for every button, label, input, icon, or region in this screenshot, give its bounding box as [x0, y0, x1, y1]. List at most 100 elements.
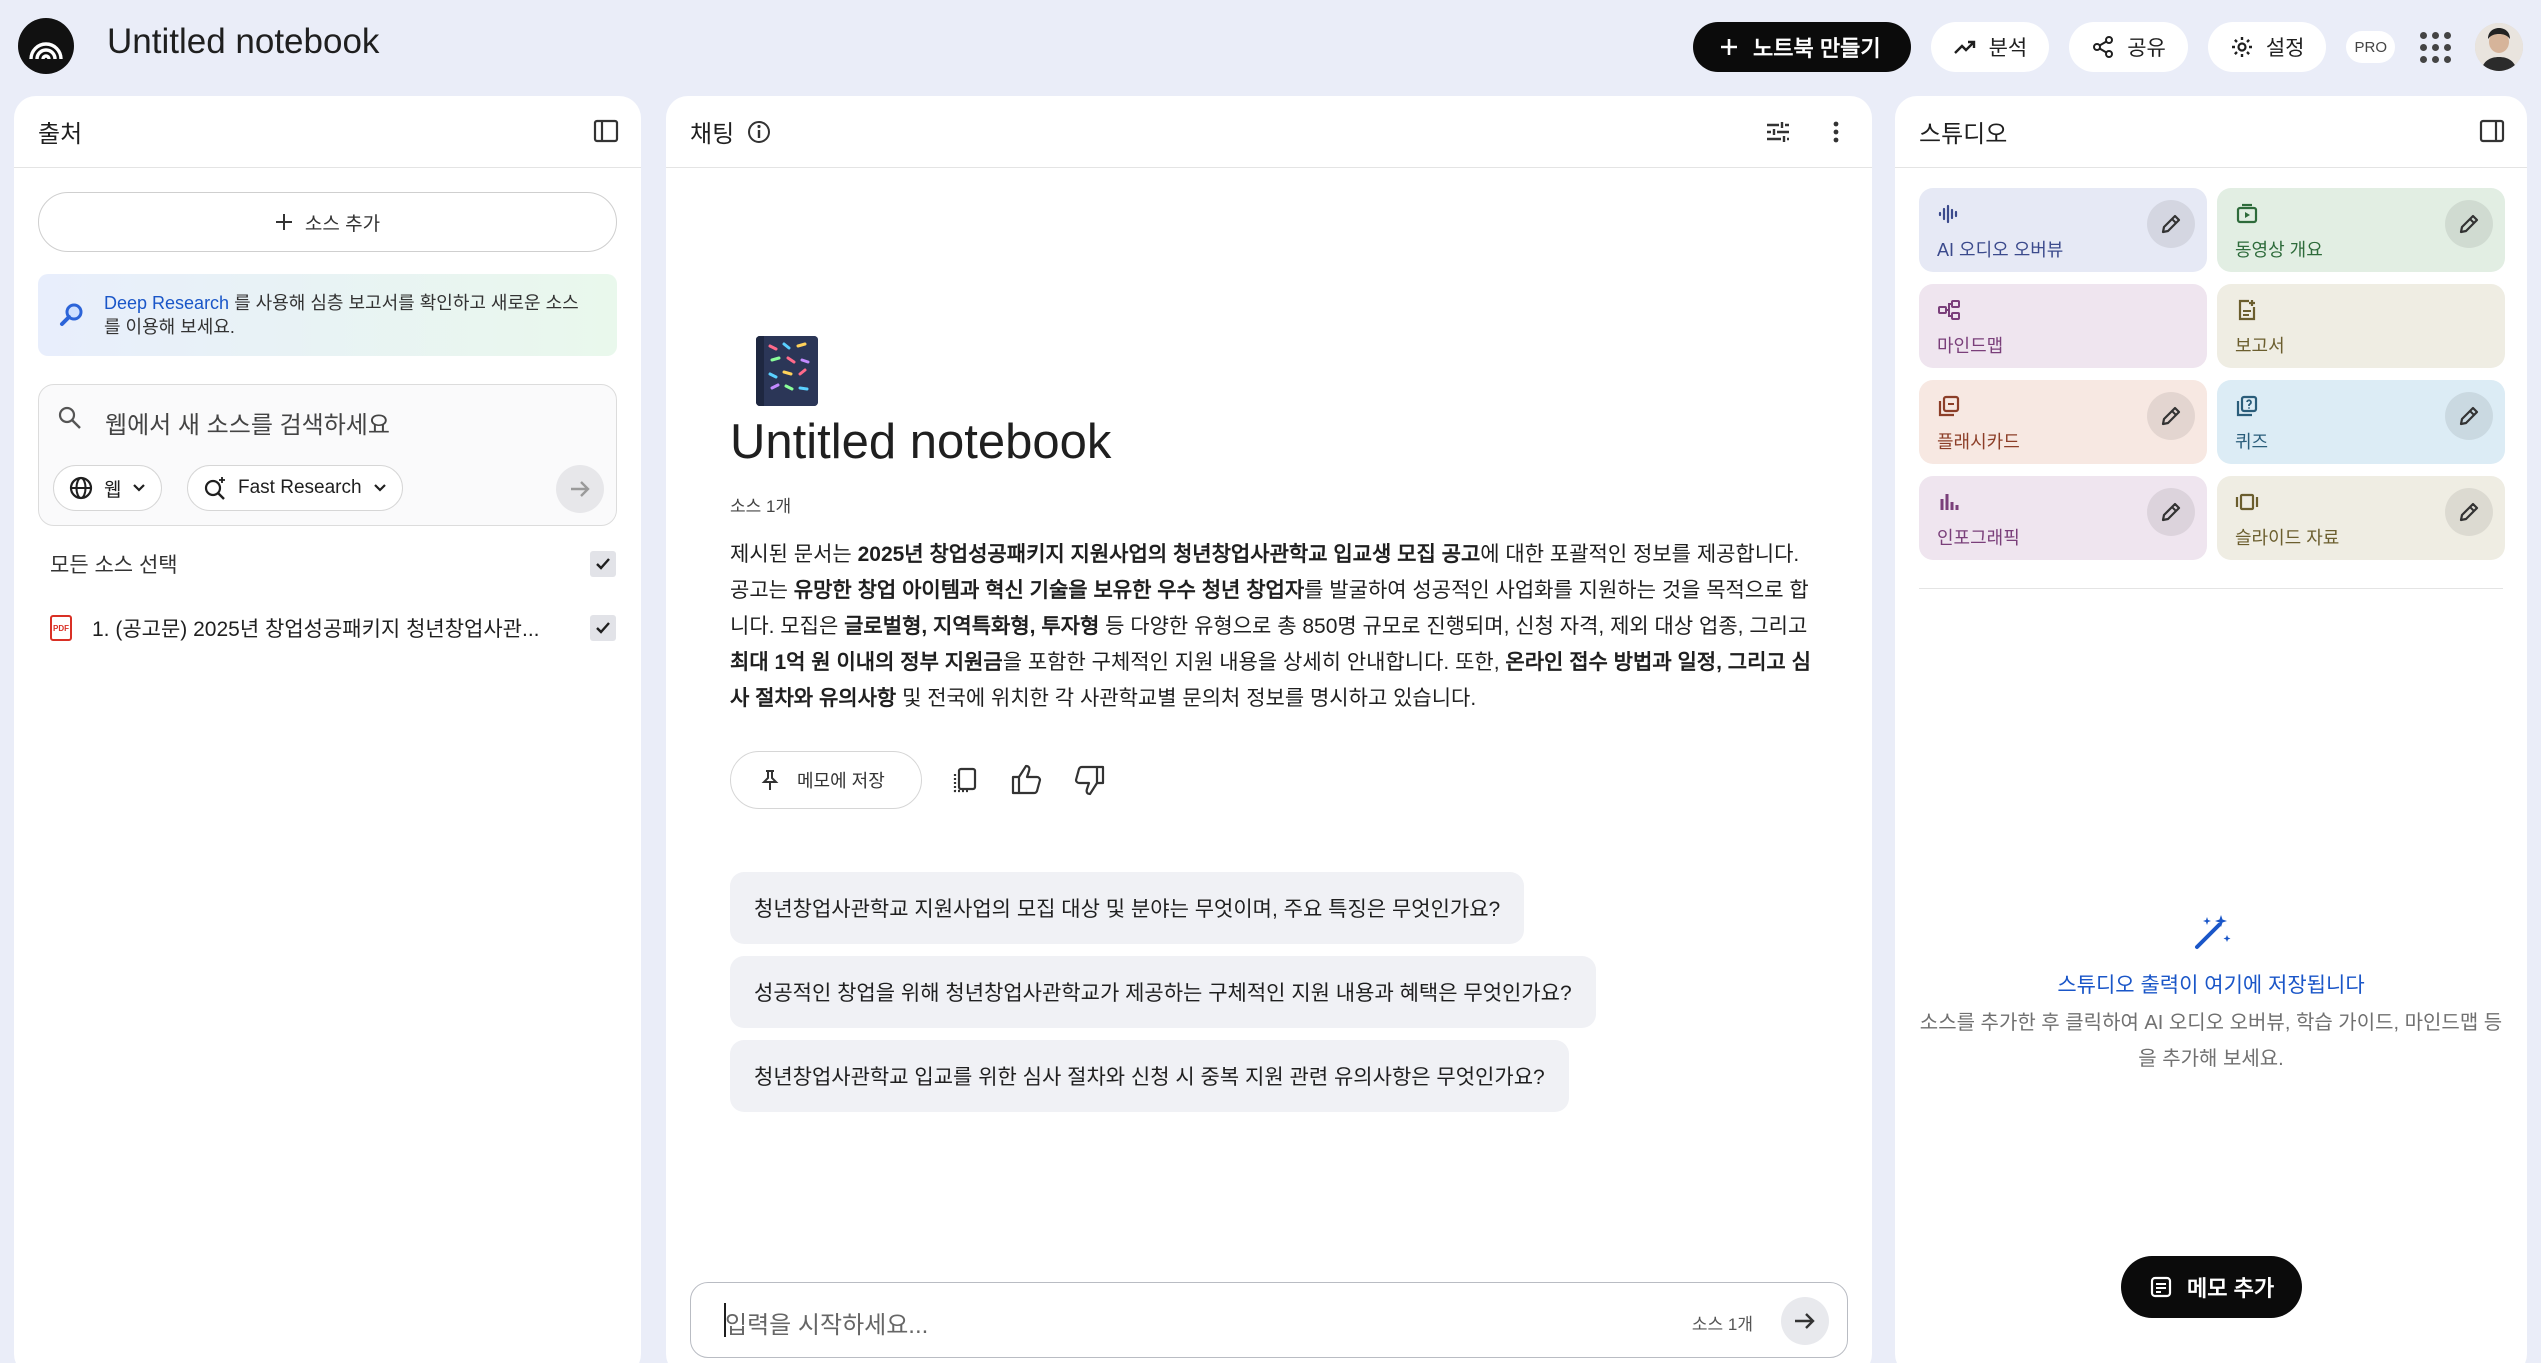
- web-search-input[interactable]: 웹에서 새 소스를 검색하세요: [105, 405, 390, 440]
- studio-tile-3[interactable]: 마인드맵: [1919, 284, 2207, 368]
- notebook-summary-text: 제시된 문서는 2025년 창업성공패키지 지원사업의 청년창업사관학교 입교생…: [730, 543, 1811, 710]
- pencil-icon: [2459, 406, 2479, 426]
- edit-button[interactable]: [2147, 200, 2195, 248]
- edit-button[interactable]: [2445, 488, 2493, 536]
- sources-header: 출처: [14, 96, 641, 168]
- pencil-icon: [2161, 214, 2181, 234]
- pencil-icon: [2161, 502, 2181, 522]
- note-icon: [2150, 1276, 2172, 1298]
- add-note-label: 메모 추가: [2187, 1276, 2275, 1301]
- pdf-file-icon: PDF: [50, 615, 72, 641]
- studio-tile-8[interactable]: 슬라이드 자료: [2217, 476, 2505, 560]
- send-button[interactable]: [1781, 1297, 1829, 1345]
- quiz-icon: [2236, 395, 2258, 417]
- thumbs-down-button[interactable]: [1070, 761, 1108, 799]
- search-icon: [58, 406, 81, 429]
- edit-button[interactable]: [2147, 392, 2195, 440]
- analytics-label: 분석: [1988, 37, 2028, 60]
- studio-tile-2[interactable]: 동영상 개요: [2217, 188, 2505, 272]
- pencil-icon: [2459, 214, 2479, 234]
- more-vert-icon[interactable]: [1822, 118, 1850, 146]
- studio-tile-label: AI 오디오 오버뷰: [1937, 240, 2064, 260]
- studio-header: 스튜디오: [1895, 96, 2527, 168]
- source-file-checkbox[interactable]: [590, 615, 616, 641]
- tune-icon[interactable]: [1764, 118, 1792, 146]
- input-source-count: 소스 1개: [1691, 1315, 1753, 1334]
- studio-empty-state: 스튜디오 출력이 여기에 저장됩니다 소스를 추가한 후 클릭하여 AI 오디오…: [1919, 911, 2503, 1077]
- studio-tile-label: 보고서: [2235, 336, 2285, 356]
- notebook-heading: Untitled notebook: [730, 415, 1112, 469]
- apps-grid-icon[interactable]: [2415, 27, 2455, 67]
- avatar[interactable]: [2475, 23, 2523, 71]
- web-type-dropdown[interactable]: 웹: [53, 465, 163, 511]
- notebook-book-icon: [756, 336, 818, 406]
- search-sparkle-icon: [204, 477, 225, 500]
- check-icon: [596, 558, 610, 570]
- create-notebook-button[interactable]: 노트북 만들기: [1693, 22, 1911, 72]
- share-label: 공유: [2127, 37, 2166, 60]
- share-button[interactable]: 공유: [2069, 22, 2188, 72]
- studio-tile-5[interactable]: 플래시카드: [1919, 380, 2207, 464]
- studio-empty-desc: 소스를 추가한 후 클릭하여 AI 오디오 오버뷰, 학습 가이드, 마인드맵 …: [1919, 1012, 2503, 1070]
- arrow-right-icon: [571, 481, 590, 497]
- edit-button[interactable]: [2445, 200, 2493, 248]
- plus-icon: [1721, 39, 1737, 55]
- notebooklm-logo-icon[interactable]: [18, 18, 74, 74]
- search-submit-button[interactable]: [556, 465, 604, 513]
- pro-badge: PRO: [2346, 31, 2395, 63]
- collapse-panel-icon[interactable]: [2479, 118, 2505, 144]
- audio-wave-icon: [1938, 204, 1958, 224]
- collapse-panel-icon[interactable]: [593, 118, 619, 144]
- select-all-sources-row[interactable]: 모든 소스 선택: [50, 544, 616, 584]
- chat-input-placeholder[interactable]: 입력을 시작하세요...: [725, 1305, 928, 1340]
- suggested-question-3[interactable]: 청년창업사관학교 입교를 위한 심사 절차와 신청 시 중복 지원 관련 유의사…: [730, 1040, 1569, 1112]
- edit-button[interactable]: [2445, 392, 2493, 440]
- chevron-down-icon: [373, 484, 386, 492]
- arrow-right-icon: [1795, 1313, 1815, 1329]
- studio-tile-label: 인포그래픽: [1937, 528, 2020, 548]
- edit-button[interactable]: [2147, 488, 2195, 536]
- studio-tile-label: 플래시카드: [1937, 432, 2020, 452]
- chat-header: 채팅: [666, 96, 1872, 168]
- studio-empty-title: 스튜디오 출력이 여기에 저장됩니다: [2057, 974, 2365, 997]
- select-all-label: 모든 소스 선택: [50, 554, 178, 577]
- trending-up-icon: [1953, 40, 1975, 54]
- mindmap-icon: [1938, 300, 1960, 320]
- plus-icon: [275, 214, 292, 230]
- thumbs-up-button[interactable]: [1008, 761, 1046, 799]
- add-source-button[interactable]: 소스 추가: [38, 192, 617, 252]
- suggested-question-2[interactable]: 성공적인 창업을 위해 청년창업사관학교가 제공하는 구체적인 지원 내용과 혜…: [730, 956, 1596, 1028]
- summary-actions: 메모에 저장: [730, 751, 1815, 809]
- source-count-label: 소스 1개: [730, 497, 792, 516]
- studio-tile-4[interactable]: 보고서: [2217, 284, 2505, 368]
- slides-icon: [2235, 493, 2259, 511]
- suggested-question-1[interactable]: 청년창업사관학교 지원사업의 모집 대상 및 분야는 무엇이며, 주요 특징은 …: [730, 872, 1525, 944]
- add-note-button[interactable]: 메모 추가: [2121, 1256, 2303, 1318]
- info-icon[interactable]: [746, 119, 772, 145]
- studio-tile-label: 마인드맵: [1937, 336, 2004, 356]
- magic-wand-icon: [2195, 915, 2231, 949]
- save-to-memo-button[interactable]: 메모에 저장: [730, 751, 922, 809]
- magnifier-icon: [60, 303, 83, 326]
- pencil-icon: [2459, 502, 2479, 522]
- top-bar: Untitled notebook 노트북 만들기 분석 공유 설정 PRO: [0, 0, 2541, 94]
- notebook-title[interactable]: Untitled notebook: [107, 22, 379, 62]
- share-icon: [2093, 36, 2114, 58]
- notebook-summary-section: Untitled notebook 소스 1개 제시된 문서는 2025년 창업…: [730, 336, 1815, 809]
- settings-button[interactable]: 설정: [2207, 22, 2327, 72]
- sources-panel: 출처 소스 추가 Deep Research 를 사용해 심층 보고서를 확인하…: [14, 96, 641, 1363]
- deep-research-link[interactable]: Deep Research: [104, 293, 229, 313]
- studio-tile-7[interactable]: 인포그래픽: [1919, 476, 2207, 560]
- infographic-icon: [1940, 494, 1959, 510]
- copy-button[interactable]: [946, 761, 984, 799]
- chat-input-box[interactable]: 입력을 시작하세요... 소스 1개: [690, 1282, 1848, 1358]
- globe-icon: [69, 476, 93, 500]
- select-all-checkbox[interactable]: [590, 551, 616, 577]
- research-mode-label: Fast Research: [238, 477, 362, 498]
- source-file-row[interactable]: PDF 1. (공고문) 2025년 창업성공패키지 청년창업사관...: [50, 608, 616, 648]
- sources-title: 출처: [38, 121, 83, 148]
- research-mode-dropdown[interactable]: Fast Research: [187, 465, 403, 511]
- studio-tile-1[interactable]: AI 오디오 오버뷰: [1919, 188, 2207, 272]
- studio-tile-6[interactable]: 퀴즈: [2217, 380, 2505, 464]
- analytics-button[interactable]: 분석: [1930, 22, 2050, 72]
